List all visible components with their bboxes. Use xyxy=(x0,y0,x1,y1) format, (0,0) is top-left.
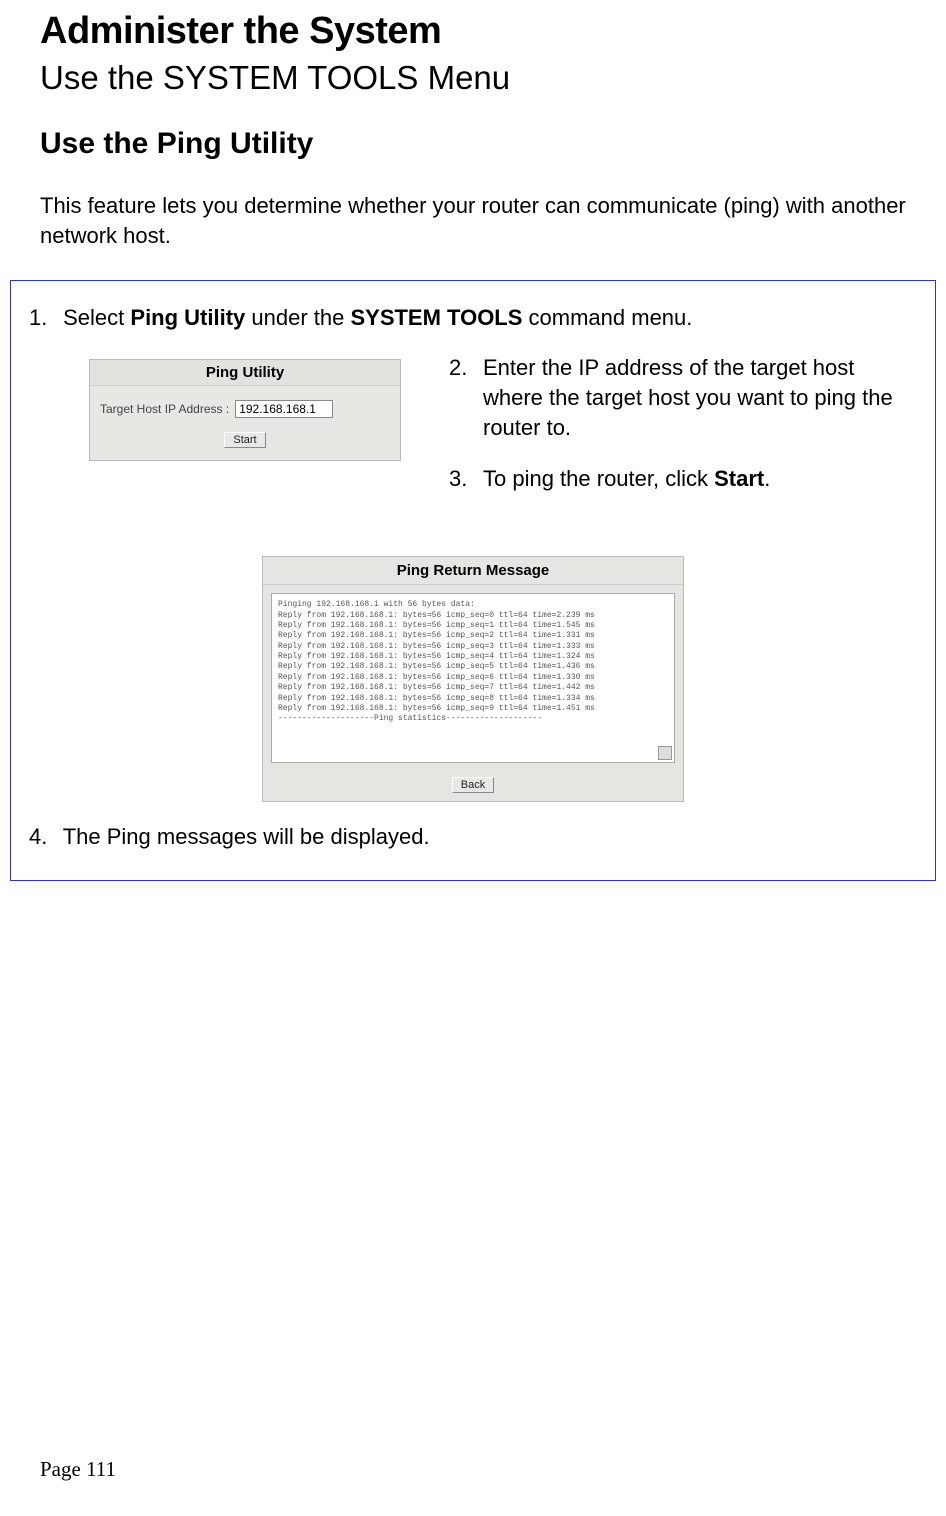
intro-paragraph: This feature lets you determine whether … xyxy=(40,191,906,250)
step-3-text-a: To ping the router, click xyxy=(483,466,714,491)
ping-utility-panel: Ping Utility Target Host IP Address : St… xyxy=(89,359,401,461)
step-3: 3. To ping the router, click Start. xyxy=(449,464,917,494)
steps-right: 2. Enter the IP address of the target ho… xyxy=(449,353,917,516)
page-number: Page 111 xyxy=(40,1457,116,1482)
ping-line-6: Reply from 192.168.168.1: bytes=56 icmp_… xyxy=(278,662,668,672)
target-host-label: Target Host IP Address : xyxy=(100,402,229,416)
ping-line-9: Reply from 192.168.168.1: bytes=56 icmp_… xyxy=(278,694,668,704)
document-page: Administer the System Use the SYSTEM TOO… xyxy=(0,0,946,881)
heading-section: Use the SYSTEM TOOLS Menu xyxy=(40,59,906,97)
back-button[interactable]: Back xyxy=(452,777,494,793)
heading-subsection: Use the Ping Utility xyxy=(40,127,906,161)
ping-line-7: Reply from 192.168.168.1: bytes=56 icmp_… xyxy=(278,673,668,683)
step-1-text-b: under the xyxy=(245,305,350,330)
screenshot-ping-return: Ping Return Message Pinging 192.168.168.… xyxy=(262,556,684,802)
ping-line-8: Reply from 192.168.168.1: bytes=56 icmp_… xyxy=(278,683,668,693)
ping-line-4: Reply from 192.168.168.1: bytes=56 icmp_… xyxy=(278,642,668,652)
step-row: Ping Utility Target Host IP Address : St… xyxy=(29,353,917,516)
ping-line-1: Reply from 192.168.168.1: bytes=56 icmp_… xyxy=(278,611,668,621)
step-1-text-c: command menu. xyxy=(522,305,692,330)
ping-line-12: --------------------Ping statistics-----… xyxy=(278,714,668,724)
step-4-text: The Ping messages will be displayed. xyxy=(63,824,430,849)
step-2: 2. Enter the IP address of the target ho… xyxy=(449,353,917,442)
step-2-number: 2. xyxy=(449,353,483,442)
ping-line-5: Reply from 192.168.168.1: bytes=56 icmp_… xyxy=(278,652,668,662)
ping-utility-title: Ping Utility xyxy=(90,360,400,386)
step-3-bold: Start xyxy=(714,466,764,491)
step-1-number: 1. xyxy=(29,305,57,331)
ping-line-2: Reply from 192.168.168.1: bytes=56 icmp_… xyxy=(278,621,668,631)
target-host-input[interactable] xyxy=(235,400,333,418)
step-3-number: 3. xyxy=(449,464,483,494)
ping-return-title: Ping Return Message xyxy=(263,557,683,585)
start-button[interactable]: Start xyxy=(224,432,265,448)
scroll-handle-icon[interactable] xyxy=(658,746,672,760)
step-1-bold-b: SYSTEM TOOLS xyxy=(350,305,522,330)
ping-line-0: Pinging 192.168.168.1 with 56 bytes data… xyxy=(278,600,668,610)
ping-output-textarea[interactable]: Pinging 192.168.168.1 with 56 bytes data… xyxy=(271,593,675,763)
ping-line-10: Reply from 192.168.168.1: bytes=56 icmp_… xyxy=(278,704,668,714)
heading-chapter: Administer the System xyxy=(40,10,906,53)
step-1: 1. Select Ping Utility under the SYSTEM … xyxy=(29,305,917,331)
step-3-text-b: . xyxy=(764,466,770,491)
step-4: 4. The Ping messages will be displayed. xyxy=(29,824,917,850)
step-2-text: Enter the IP address of the target host … xyxy=(483,353,917,442)
step-1-text-a: Select xyxy=(63,305,130,330)
step-1-bold-a: Ping Utility xyxy=(130,305,245,330)
screenshot-ping-utility: Ping Utility Target Host IP Address : St… xyxy=(29,353,419,461)
instruction-box: 1. Select Ping Utility under the SYSTEM … xyxy=(10,280,936,881)
step-4-number: 4. xyxy=(29,824,57,850)
ping-line-3: Reply from 192.168.168.1: bytes=56 icmp_… xyxy=(278,631,668,641)
